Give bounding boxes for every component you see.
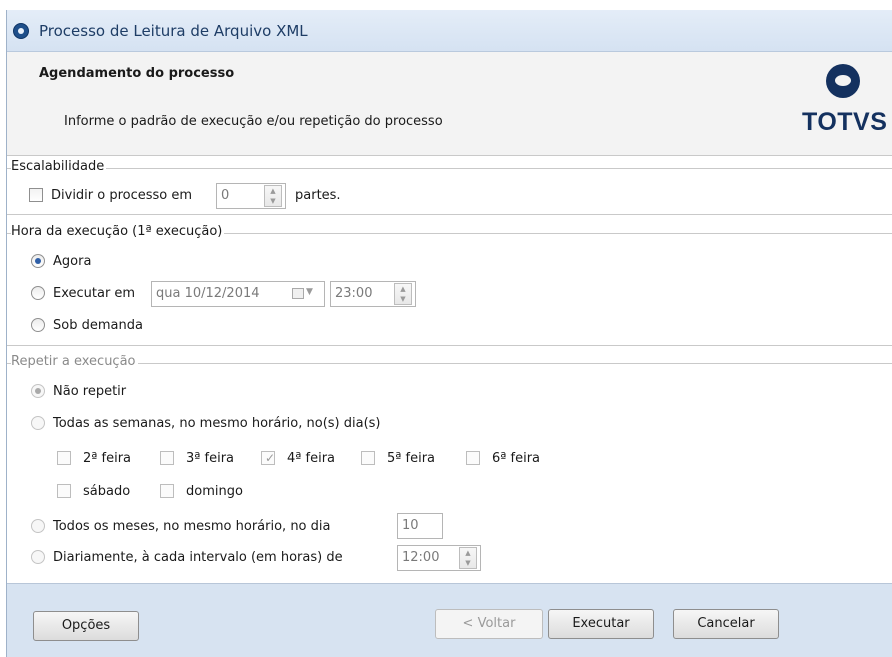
parts-count-spinner[interactable]: ▲ ▼ (264, 185, 282, 207)
totvs-logo-text: TOTVS (802, 108, 888, 136)
execute-button[interactable]: Executar (548, 609, 654, 639)
weekday-saturday-checkbox[interactable] (57, 484, 71, 498)
weekday-wednesday-label: 4ª feira (287, 451, 336, 466)
parts-count-value: 0 (221, 188, 230, 203)
daily-interval-radio[interactable] (31, 550, 45, 564)
calendar-icon (292, 288, 304, 299)
weekday-tuesday-checkbox[interactable] (160, 451, 174, 465)
weekday-friday-label: 6ª feira (492, 451, 541, 466)
month-day-value: 10 (402, 518, 419, 533)
weekday-monday-checkbox[interactable] (57, 451, 71, 465)
section-divider (7, 168, 892, 169)
run-date-picker[interactable]: qua 10/12/2014 ▼ (151, 281, 325, 307)
app-icon (13, 23, 29, 39)
spin-up-icon[interactable]: ▲ (395, 284, 411, 294)
title-bar: Processo de Leitura de Arquivo XML (7, 10, 892, 52)
weekday-thursday-label: 5ª feira (387, 451, 436, 466)
weekly-radio[interactable] (31, 416, 45, 430)
run-now-label: Agora (53, 254, 92, 269)
run-now-radio[interactable] (31, 254, 45, 268)
weekday-friday-checkbox[interactable] (466, 451, 480, 465)
spin-down-icon[interactable]: ▼ (265, 196, 281, 206)
section-separator (7, 345, 892, 346)
totvs-logo: TOTVS (802, 60, 892, 150)
monthly-label: Todos os meses, no mesmo horário, no dia (53, 519, 331, 534)
parts-suffix-label: partes. (295, 188, 341, 203)
scalability-section-title: Escalabilidade (11, 159, 107, 174)
weekday-sunday-label: domingo (186, 484, 243, 499)
spin-up-icon[interactable]: ▲ (460, 548, 476, 558)
cancel-button[interactable]: Cancelar (673, 609, 779, 639)
options-button[interactable]: Opções (33, 611, 139, 641)
on-demand-radio[interactable] (31, 318, 45, 332)
wizard-window: Processo de Leitura de Arquivo XML Agend… (6, 10, 892, 657)
checkmark-icon: ✓ (265, 451, 276, 465)
page-subtitle: Informe o padrão de execução e/ou repeti… (64, 114, 443, 129)
run-at-label: Executar em (53, 286, 136, 301)
wizard-footer: Opções < Voltar Executar Cancelar (7, 583, 892, 657)
daily-interval-label: Diariamente, à cada intervalo (em horas)… (53, 550, 343, 565)
wizard-header: Agendamento do processo Informe o padrão… (7, 52, 892, 156)
weekday-tuesday-label: 3ª feira (186, 451, 235, 466)
spin-down-icon[interactable]: ▼ (460, 558, 476, 568)
monthly-radio[interactable] (31, 519, 45, 533)
chevron-down-icon: ▼ (306, 287, 313, 297)
section-separator (7, 214, 892, 215)
spin-up-icon[interactable]: ▲ (265, 186, 281, 196)
back-button[interactable]: < Voltar (435, 609, 543, 639)
repeat-section-title: Repetir a execução (11, 354, 138, 369)
page-title: Agendamento do processo (39, 66, 235, 81)
totvs-logo-icon (826, 64, 860, 98)
weekday-saturday-label: sábado (83, 484, 131, 499)
run-at-radio[interactable] (31, 286, 45, 300)
weekday-sunday-checkbox[interactable] (160, 484, 174, 498)
run-time-value: 23:00 (335, 286, 373, 301)
month-day-input[interactable]: 10 (397, 513, 443, 539)
weekday-wednesday-checkbox[interactable]: ✓ (261, 451, 275, 465)
execution-time-section-title: Hora da execução (1ª execução) (11, 224, 225, 239)
run-time-spinner[interactable]: ▲ ▼ (394, 283, 412, 305)
divide-process-checkbox[interactable] (29, 188, 43, 202)
interval-hours-spinner[interactable]: ▲ ▼ (459, 547, 477, 569)
weekday-monday-label: 2ª feira (83, 451, 132, 466)
weekly-label: Todas as semanas, no mesmo horário, no(s… (53, 416, 381, 431)
run-date-value: qua 10/12/2014 (156, 286, 260, 301)
no-repeat-radio[interactable] (31, 384, 45, 398)
spin-down-icon[interactable]: ▼ (395, 294, 411, 304)
window-title: Processo de Leitura de Arquivo XML (39, 22, 308, 40)
date-dropdown-button[interactable]: ▼ (290, 283, 320, 305)
divide-process-label: Dividir o processo em (51, 188, 193, 203)
weekday-thursday-checkbox[interactable] (361, 451, 375, 465)
interval-hours-value: 12:00 (402, 550, 440, 565)
section-divider (7, 363, 892, 364)
on-demand-label: Sob demanda (53, 318, 143, 333)
no-repeat-label: Não repetir (53, 384, 127, 399)
